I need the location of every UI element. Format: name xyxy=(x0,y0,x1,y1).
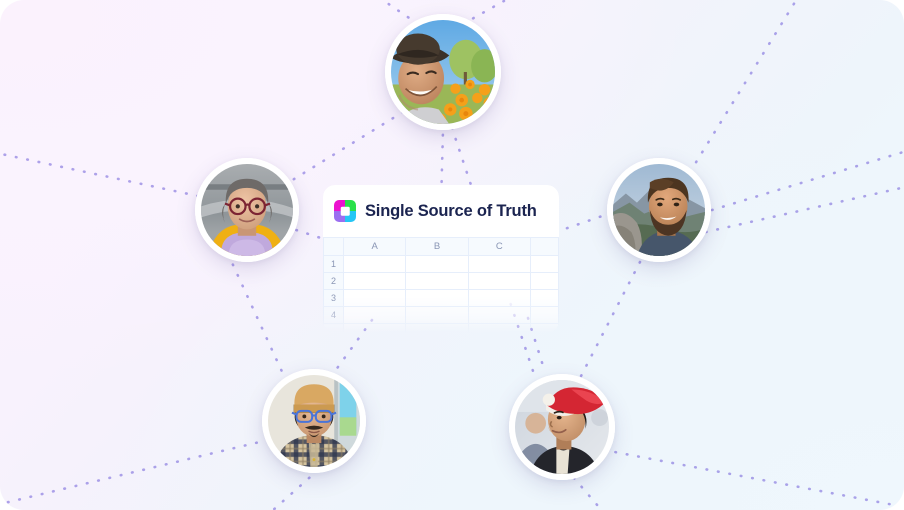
spreadsheet-grid[interactable]: A B C 1 2 3 4 xyxy=(323,237,559,333)
cell-d5[interactable] xyxy=(530,323,559,333)
column-header-row: A B C xyxy=(323,237,559,256)
cell-b4[interactable] xyxy=(405,306,469,324)
cell-d2[interactable] xyxy=(530,272,559,290)
avatar-right-alt: Bearded person smiling on a cliff with a… xyxy=(607,158,608,159)
four-quadrant-square-logo-icon xyxy=(334,200,356,222)
cell-d4[interactable] xyxy=(530,306,559,324)
connection-line xyxy=(271,468,320,510)
connection-line xyxy=(226,252,286,378)
cell-a4[interactable] xyxy=(342,306,407,324)
table-row: 1 xyxy=(323,255,559,273)
cell-a1[interactable] xyxy=(342,255,407,273)
column-header-b[interactable]: B xyxy=(405,237,469,256)
connection-line xyxy=(688,0,798,174)
avatar-photo-left xyxy=(201,164,293,256)
table-row xyxy=(323,323,559,333)
teammate-avatar-left[interactable]: Person with red-framed glasses wearing a… xyxy=(195,158,299,262)
avatar-photo-right xyxy=(613,164,705,256)
table-row: 4 xyxy=(323,306,559,324)
column-header-a[interactable]: A xyxy=(342,237,407,256)
cell-a5[interactable] xyxy=(342,323,407,333)
teammate-avatar-top[interactable]: Smiling person in a dark wide-brim hat s… xyxy=(385,14,501,130)
avatar-photo-top xyxy=(391,20,495,124)
connection-line xyxy=(284,110,405,186)
cell-c2[interactable] xyxy=(467,272,532,290)
connection-line xyxy=(602,448,904,509)
connection-line xyxy=(380,0,420,26)
connection-line xyxy=(554,212,610,234)
cell-d1[interactable] xyxy=(530,255,559,273)
teammate-avatar-bottom-right[interactable]: Person in a red Santa hat and black jack… xyxy=(509,374,615,480)
cell-c1[interactable] xyxy=(467,255,532,273)
table-row: 3 xyxy=(323,289,559,307)
avatar-photo-bottom-right xyxy=(515,380,609,474)
avatar-bottom-left-alt: Person in a tan beanie and blue glasses … xyxy=(262,369,263,370)
avatar-top-alt: Smiling person in a dark wide-brim hat s… xyxy=(385,14,386,15)
cell-a2[interactable] xyxy=(342,272,407,290)
cell-c3[interactable] xyxy=(467,289,532,307)
connection-line xyxy=(0,438,270,506)
cell-c4[interactable] xyxy=(467,306,532,324)
row-header-1[interactable]: 1 xyxy=(323,255,344,273)
avatar-bottom-right-alt: Person in a red Santa hat and black jack… xyxy=(509,374,510,375)
cell-d3[interactable] xyxy=(530,289,559,307)
connection-line xyxy=(704,186,904,234)
avatar-photo-bottom-left xyxy=(268,375,360,467)
connection-line xyxy=(461,0,509,26)
row-header-4[interactable]: 4 xyxy=(323,306,344,324)
hero-canvas: Single Source of Truth A B C 1 2 3 4 xyxy=(0,0,904,510)
row-header-5[interactable] xyxy=(323,323,344,333)
cell-b2[interactable] xyxy=(405,272,469,290)
card-title: Single Source of Truth xyxy=(365,201,537,220)
row-header-2[interactable]: 2 xyxy=(323,272,344,290)
cell-a3[interactable] xyxy=(342,289,407,307)
connection-line xyxy=(572,476,604,510)
teammate-avatar-bottom-left[interactable]: Person in a tan beanie and blue glasses … xyxy=(262,369,366,473)
card-header: Single Source of Truth xyxy=(323,185,559,237)
connection-line xyxy=(0,152,200,198)
avatar-left-alt: Person with red-framed glasses wearing a… xyxy=(195,158,196,159)
teammate-avatar-right[interactable]: Bearded person smiling on a cliff with a… xyxy=(607,158,711,262)
row-header-3[interactable]: 3 xyxy=(323,289,344,307)
single-source-of-truth-card[interactable]: Single Source of Truth A B C 1 2 3 4 xyxy=(323,185,559,333)
cell-b5[interactable] xyxy=(405,323,469,333)
cell-c5[interactable] xyxy=(467,323,532,333)
cell-b1[interactable] xyxy=(405,255,469,273)
sheet-corner xyxy=(323,237,344,256)
table-row: 2 xyxy=(323,272,559,290)
connection-line xyxy=(578,260,642,380)
connection-line xyxy=(710,150,904,212)
column-header-overflow[interactable] xyxy=(530,237,559,256)
column-header-c[interactable]: C xyxy=(467,237,532,256)
cell-b3[interactable] xyxy=(405,289,469,307)
